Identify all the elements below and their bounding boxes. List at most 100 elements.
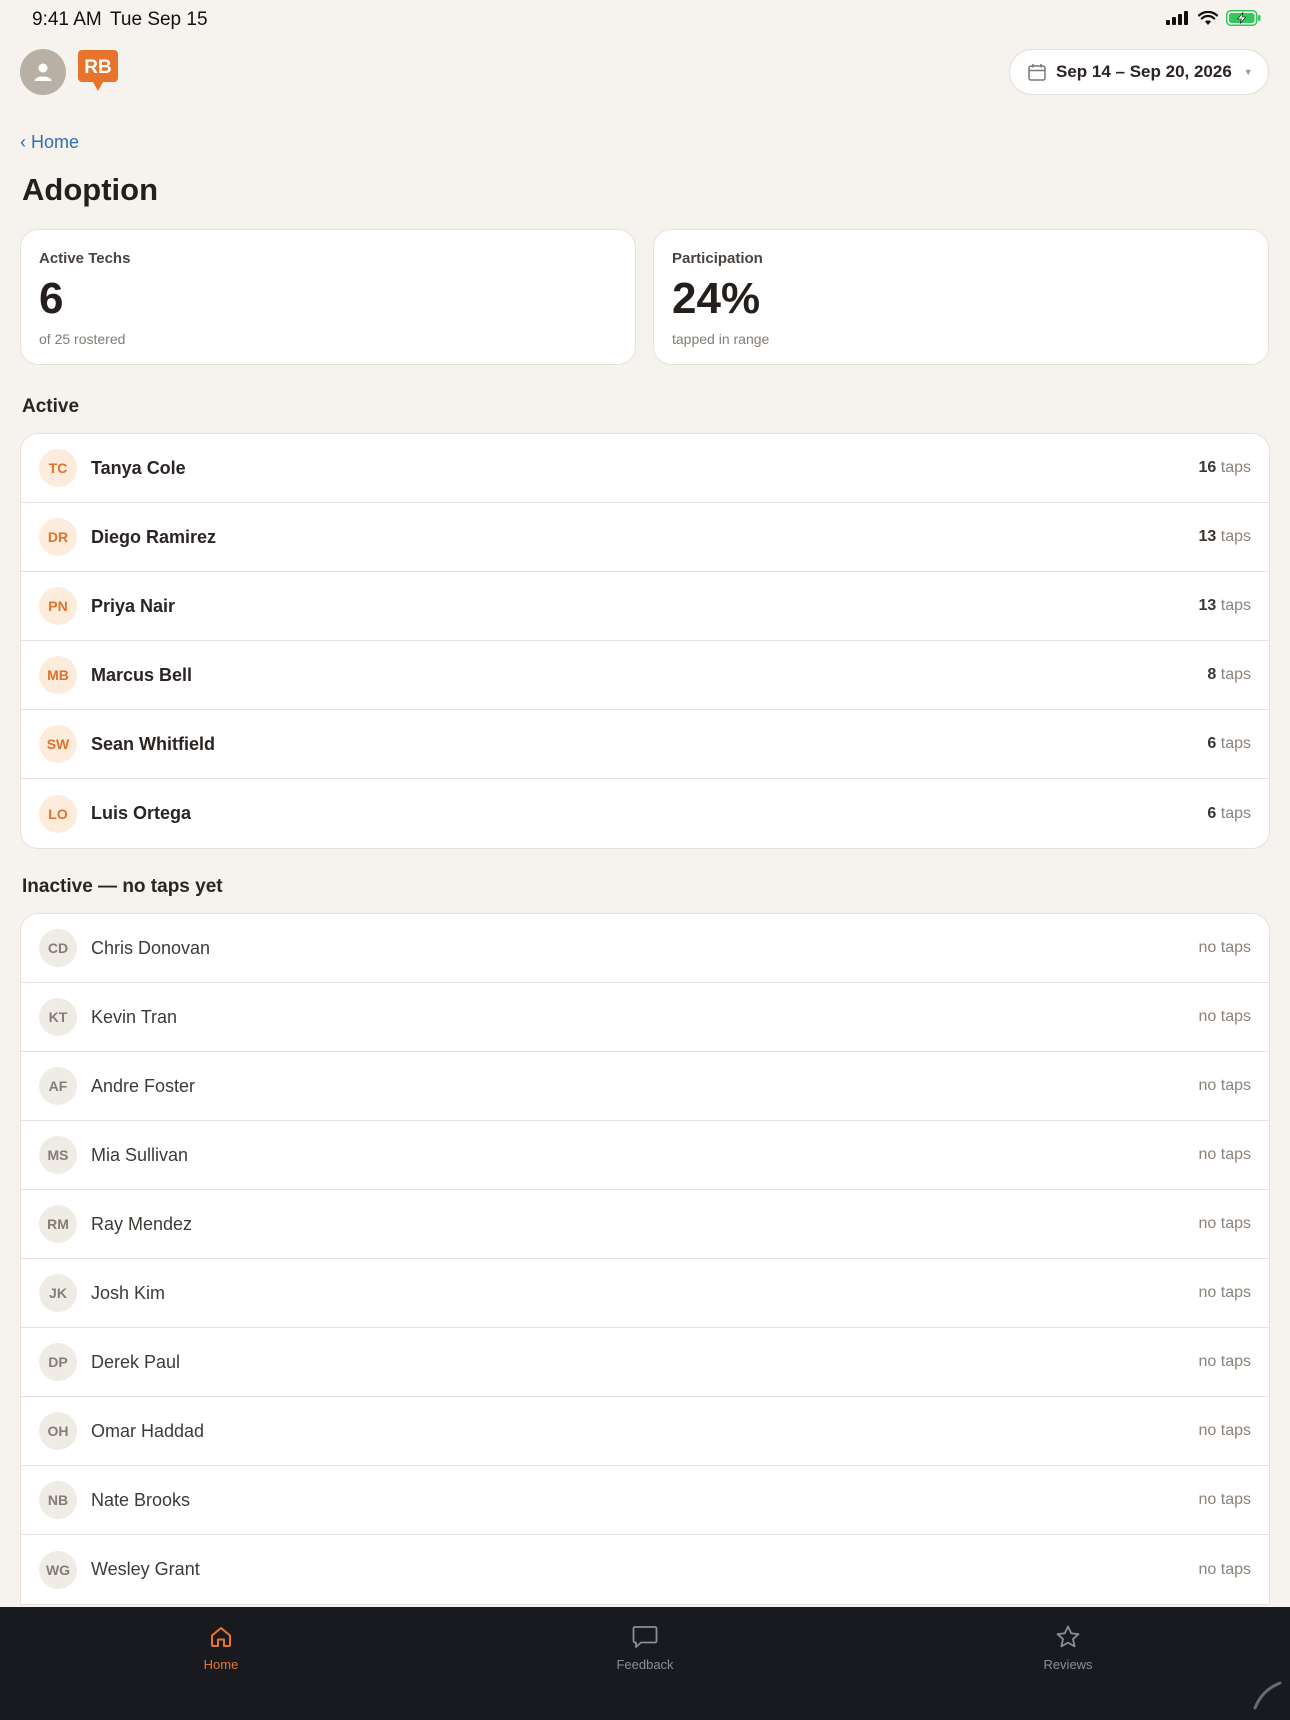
active-tech-list: TC Tanya Cole 16 taps DR Diego Ramirez 13 tap… [20,433,1270,849]
tech-name: Ray Mendez [91,1213,193,1234]
back-link[interactable]: ‹ Home [20,132,79,153]
tap-count-value: 6 [1207,735,1217,752]
logo-text: RB [84,57,111,78]
inactive-tech-row[interactable]: DP Derek Paul no taps [21,1328,1269,1397]
stat-label: Active Techs [39,250,131,267]
inactive-tech-row[interactable]: MS Mia Sullivan no taps [21,1121,1269,1190]
initials-avatar: MB [39,656,77,694]
tech-name: Priya Nair [91,595,176,616]
tap-count-value: 16 [1198,459,1217,476]
active-tech-row[interactable]: DR Diego Ramirez 13 taps [21,503,1269,572]
tab-feedback[interactable]: Feedback [565,1625,725,1672]
active-section-title: Active [22,396,80,417]
tap-count-value: 6 [1207,804,1217,822]
active-tech-row[interactable]: PN Priya Nair 13 taps [21,572,1269,641]
participation-card: Participation 24% tapped in range [653,229,1269,365]
tap-unit: taps [1220,528,1251,545]
tech-name: Derek Paul [91,1351,181,1372]
tab-label: Home [203,1657,239,1672]
tech-name: Tanya Cole [91,457,186,478]
resize-handle-icon [1253,1681,1282,1710]
tech-name: Andre Foster [91,1075,196,1096]
initials-avatar: DP [39,1343,77,1381]
tap-status: no taps [1198,1077,1251,1094]
stat-value: 24% [672,274,761,323]
home-icon [211,1627,231,1647]
tab-reviews[interactable]: Reviews [988,1625,1148,1672]
inactive-tech-row[interactable]: NB Nate Brooks no taps [21,1466,1269,1535]
initials-avatar: LO [39,794,77,833]
wifi-icon [1198,10,1218,25]
initials-avatar: AF [39,1067,77,1105]
initials-avatar: NB [39,1481,77,1519]
date-range-label: Sep 14 – Sep 20, 2026 [1056,62,1232,81]
tap-count-value: 13 [1198,597,1217,614]
app-logo: RB [78,50,118,91]
initials-avatar: KT [39,998,77,1036]
stat-sub: of 25 rostered [39,331,126,347]
initials-avatar: DR [39,518,77,556]
tap-status: no taps [1198,1491,1251,1508]
tech-name: Luis Ortega [91,803,192,823]
inactive-tech-row[interactable]: AF Andre Foster no taps [21,1052,1269,1121]
tap-count: 8 taps [1207,666,1251,684]
calendar-icon [1028,64,1046,81]
chat-bubble-icon [632,1626,658,1648]
tap-status: no taps [1198,1215,1251,1232]
initials-avatar: WG [39,1550,77,1589]
tap-status: no taps [1198,1353,1251,1370]
tap-count: 16 taps [1199,459,1252,477]
inactive-tech-row[interactable]: OH Omar Haddad no taps [21,1397,1269,1466]
tech-name: Marcus Bell [91,664,193,685]
status-bar: 9:41 AM Tue Sep 15 [0,0,1290,40]
inactive-tech-row[interactable]: WG Wesley Grant no taps [21,1535,1269,1604]
tab-bar: Home Feedback Reviews [0,1607,1290,1720]
active-techs-card: Active Techs 6 of 25 rostered [20,229,636,365]
tech-name: Sean Whitfield [91,733,216,754]
tab-home[interactable]: Home [141,1625,301,1672]
active-tech-row[interactable]: SW Sean Whitfield 6 taps [21,710,1269,779]
date-range-picker[interactable]: Sep 14 – Sep 20, 2026 ▼ [1009,49,1269,95]
inactive-tech-list: CD Chris Donovan no taps KT Kevin Tran no tap… [20,913,1270,1605]
initials-avatar: MS [39,1136,77,1174]
cellular-signal-icon [1166,11,1188,25]
person-icon [34,63,52,81]
tech-name: Mia Sullivan [91,1144,189,1165]
initials-avatar: TC [39,449,77,487]
tap-status: no taps [1198,1560,1251,1578]
tap-count: 13 taps [1199,597,1252,615]
tech-name: Diego Ramirez [91,526,217,547]
initials-avatar: OH [39,1412,77,1450]
status-date: Tue Sep 15 [110,9,208,30]
tap-count: 6 taps [1207,735,1251,753]
tap-unit: taps [1220,666,1251,683]
battery-charging-icon [1226,10,1261,26]
tech-name: Omar Haddad [91,1420,205,1441]
inactive-tech-row[interactable]: JK Josh Kim no taps [21,1259,1269,1328]
star-icon [1056,1625,1080,1648]
initials-avatar: JK [39,1274,77,1312]
active-tech-row[interactable]: TC Tanya Cole 16 taps [21,434,1269,503]
inactive-tech-row[interactable]: RM Ray Mendez no taps [21,1190,1269,1259]
page-title: Adoption [22,172,159,207]
tech-name: Nate Brooks [91,1489,191,1510]
tap-status: no taps [1198,1008,1251,1025]
active-tech-row[interactable]: LO Luis Ortega 6 taps [21,779,1269,848]
inactive-section-title: Inactive — no taps yet [22,876,223,897]
tap-status: no taps [1198,1422,1251,1439]
tap-status: no taps [1198,1284,1251,1301]
initials-avatar: SW [39,725,77,763]
inactive-tech-row[interactable]: CD Chris Donovan no taps [21,914,1269,983]
active-tech-row[interactable]: MB Marcus Bell 8 taps [21,641,1269,710]
tap-status: no taps [1198,1146,1251,1163]
tap-unit: taps [1220,735,1251,752]
tap-unit: taps [1220,804,1251,822]
status-icons [1166,10,1262,26]
tap-unit: taps [1220,459,1251,476]
stat-sub: tapped in range [672,331,770,347]
user-avatar[interactable] [20,49,66,95]
inactive-tech-row[interactable]: KT Kevin Tran no taps [21,983,1269,1052]
tech-name: Chris Donovan [91,937,211,958]
tab-label: Reviews [1043,1657,1093,1672]
tap-count: 13 taps [1199,528,1252,546]
